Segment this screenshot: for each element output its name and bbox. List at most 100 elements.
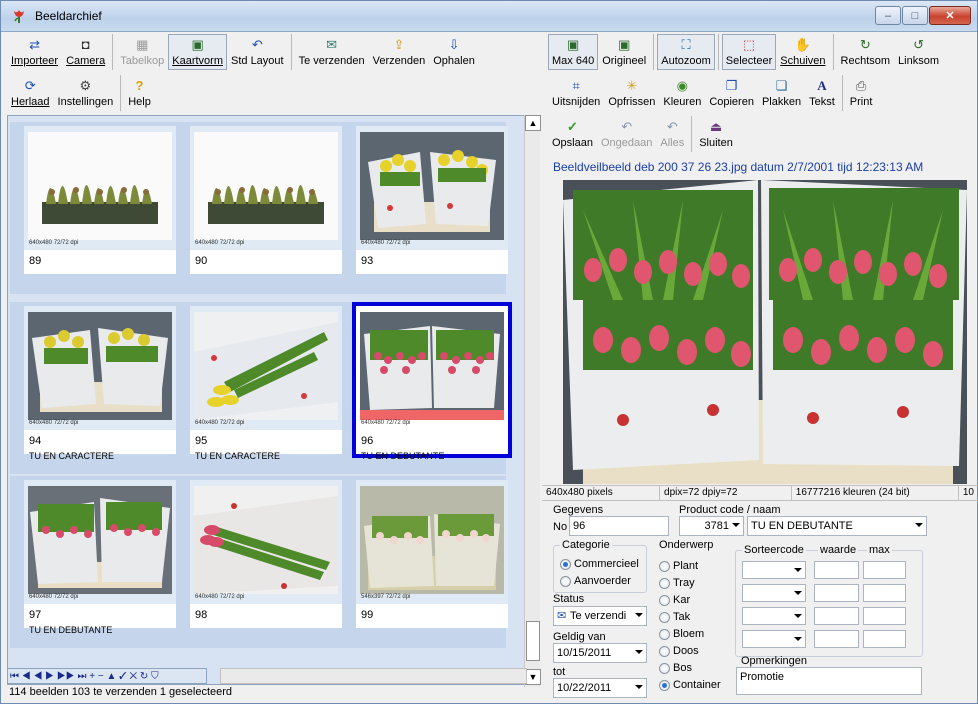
thumbnail-card[interactable]: 546x397 72/72 dpi 99 bbox=[356, 480, 508, 628]
opmerkingen-memo[interactable]: Promotie bbox=[736, 667, 922, 695]
status-select[interactable]: ✉ Te verzendi bbox=[553, 606, 647, 626]
sorteercode-select-3[interactable] bbox=[742, 607, 806, 625]
sorteercode-select-1[interactable] bbox=[742, 561, 806, 579]
te-verzenden-button[interactable]: ✉ Te verzenden bbox=[295, 34, 369, 70]
waarde-field-2[interactable] bbox=[814, 584, 859, 602]
editor-pane: ▣ Max 640 ▣ Origineel ⛶ Autozoom ⬚ Selecteer… bbox=[542, 34, 978, 703]
categorie-commercieel-radio[interactable]: Commercieel bbox=[560, 558, 639, 570]
max-field-4[interactable] bbox=[863, 630, 906, 648]
waarde-field-1[interactable] bbox=[814, 561, 859, 579]
sluiten-button[interactable]: ⏏ Sluiten bbox=[695, 116, 737, 152]
help-button[interactable]: ? Help bbox=[124, 75, 155, 111]
max-field-1[interactable] bbox=[863, 561, 906, 579]
onderwerp-doos-radio[interactable]: Doos bbox=[659, 645, 699, 657]
undo-icon: ↶ bbox=[621, 119, 633, 134]
max-640-button[interactable]: ▣ Max 640 bbox=[548, 34, 599, 70]
thumbnail-grid[interactable]: 640x480 72/72 dpi 89 640x480 72/72 dpi 9… bbox=[7, 115, 525, 685]
ongedaan-button[interactable]: ↶ Ongedaan bbox=[597, 116, 656, 152]
import-icon: ⇄ bbox=[29, 37, 40, 52]
right-toolbar-row3: ✓ Opslaan ↶ Ongedaan ↶ Alles ⏏ Sluiten bbox=[548, 116, 737, 152]
card-view-icon: ▣ bbox=[191, 37, 204, 52]
autozoom-button[interactable]: ⛶ Autozoom bbox=[657, 34, 715, 70]
tabelkop-button[interactable]: ▦ Tabelkop bbox=[116, 34, 168, 70]
max-field-2[interactable] bbox=[863, 584, 906, 602]
onderwerp-bloem-radio[interactable]: Bloem bbox=[659, 628, 704, 640]
schuiven-button[interactable]: ✋ Schuiven bbox=[776, 34, 829, 70]
thumbnail-card[interactable]: 640x480 72/72 dpi 94 TU EN CARACTERE bbox=[24, 306, 176, 461]
image-preview[interactable] bbox=[563, 180, 967, 484]
onderwerp-bos-radio[interactable]: Bos bbox=[659, 662, 692, 674]
original-size-icon: ▣ bbox=[618, 37, 631, 52]
thumbnail-card[interactable]: 640x480 72/72 dpi 90 bbox=[190, 126, 342, 274]
sorteercode-select-4[interactable] bbox=[742, 630, 806, 648]
instellingen-button[interactable]: ⚙ Instellingen bbox=[54, 75, 118, 111]
onderwerp-group: Onderwerp Plant Tray Kar Tak Bloem Doos … bbox=[657, 539, 721, 691]
product-code-select[interactable]: 3781 bbox=[679, 516, 744, 536]
categorie-aanvoerder-radio[interactable]: Aanvoerder bbox=[560, 575, 631, 587]
onderwerp-tak-radio[interactable]: Tak bbox=[659, 611, 690, 623]
camera-button[interactable]: ◘ Camera bbox=[62, 34, 109, 70]
paste-icon: ❏ bbox=[775, 78, 788, 93]
copieren-button[interactable]: ❐ Copieren bbox=[705, 75, 758, 111]
chevron-down-icon bbox=[794, 591, 802, 595]
geldig-van-date[interactable]: 10/15/2011 bbox=[553, 643, 647, 663]
no-label: No bbox=[553, 521, 568, 533]
kleuren-button[interactable]: ◉ Kleuren bbox=[659, 75, 705, 111]
scroll-up-arrow-icon[interactable]: ▲ bbox=[525, 115, 541, 131]
herlaad-button[interactable]: ⟳ Herlaad bbox=[7, 75, 54, 111]
selecteer-button[interactable]: ⬚ Selecteer bbox=[721, 34, 777, 70]
uitsnijden-button[interactable]: ⌗ Uitsnijden bbox=[548, 75, 604, 111]
sorteercode-select-2[interactable] bbox=[742, 584, 806, 602]
max-field-3[interactable] bbox=[863, 607, 906, 625]
alles-button[interactable]: ↶ Alles bbox=[656, 116, 688, 152]
product-name-select[interactable]: TU EN DEBUTANTE bbox=[747, 516, 927, 536]
std-layout-button[interactable]: ↶ Std Layout bbox=[227, 34, 288, 70]
check-icon: ✓ bbox=[567, 119, 578, 134]
scroll-thumb[interactable] bbox=[526, 621, 540, 661]
image-caption: Beeldveilbeeld deb 200 37 26 23.jpg datu… bbox=[553, 160, 924, 174]
onderwerp-kar-radio[interactable]: Kar bbox=[659, 594, 690, 606]
scroll-down-arrow-icon[interactable]: ▼ bbox=[525, 669, 541, 685]
maximize-button[interactable]: □ bbox=[902, 6, 928, 25]
image-info-bar: 640x480 pixels dpix=72 dpiy=72 16777216 … bbox=[542, 485, 978, 501]
product-label: Product code / naam bbox=[679, 504, 781, 516]
tot-date[interactable]: 10/22/2011 bbox=[553, 678, 647, 698]
plakken-button[interactable]: ❏ Plakken bbox=[758, 75, 805, 111]
grid-vertical-scrollbar[interactable]: ▲ ▼ bbox=[524, 115, 541, 687]
record-navigator[interactable]: ⏮ ◀ ◀ ▶ ▶▶ ⏭ + − ▲ ✓ ✕ ↻ ⛉ bbox=[7, 668, 207, 684]
grid-horizontal-scrollbar[interactable] bbox=[220, 668, 527, 684]
thumbnail-card[interactable]: 640x480 72/72 dpi 95 TU EN CARACTERE bbox=[190, 306, 342, 461]
chevron-down-icon bbox=[794, 637, 802, 641]
reload-icon: ⟳ bbox=[24, 78, 36, 93]
red-tulips-image bbox=[28, 486, 172, 594]
onderwerp-tray-radio[interactable]: Tray bbox=[659, 577, 695, 589]
close-button[interactable]: ✕ bbox=[929, 6, 971, 25]
help-icon: ? bbox=[135, 78, 144, 93]
thumbnail-card-selected[interactable]: 640x480 72/72 dpi 96 TU EN DEBUTANTE bbox=[352, 302, 512, 461]
kaartvorm-button[interactable]: ▣ Kaartvorm bbox=[168, 34, 227, 70]
waarde-field-4[interactable] bbox=[814, 630, 859, 648]
opslaan-button[interactable]: ✓ Opslaan bbox=[548, 116, 597, 152]
chevron-down-icon bbox=[732, 523, 740, 527]
opfrissen-button[interactable]: ✳ Opfrissen bbox=[604, 75, 659, 111]
rotate-right-icon: ↻ bbox=[859, 37, 871, 52]
print-button[interactable]: ⎙ Print bbox=[846, 75, 877, 111]
rechtsom-button[interactable]: ↻ Rechtsom bbox=[837, 34, 895, 70]
thumbnail-card[interactable]: 640x480 72/72 dpi 89 bbox=[24, 126, 176, 274]
onderwerp-plant-radio[interactable]: Plant bbox=[659, 560, 698, 572]
thumbnail-card[interactable]: 640x480 72/72 dpi 98 bbox=[190, 480, 342, 628]
no-field[interactable]: 96 bbox=[569, 516, 669, 536]
title-bar: Beeldarchief – □ ✕ bbox=[1, 1, 977, 32]
tulip-bunch-image bbox=[194, 486, 338, 594]
thumbnail-card[interactable]: 640x480 72/72 dpi 93 bbox=[356, 126, 508, 274]
waarde-field-3[interactable] bbox=[814, 607, 859, 625]
linksom-button[interactable]: ↺ Linksom bbox=[894, 34, 943, 70]
origineel-button[interactable]: ▣ Origineel bbox=[598, 34, 650, 70]
verzenden-button[interactable]: ⇪ Verzenden bbox=[369, 34, 430, 70]
thumbnail-card[interactable]: 640x480 72/72 dpi 97 TU EN DEBUTANTE bbox=[24, 480, 176, 635]
importeer-button[interactable]: ⇄ Importeer bbox=[7, 34, 62, 70]
tekst-button[interactable]: A Tekst bbox=[805, 75, 839, 111]
onderwerp-container-radio[interactable]: Container bbox=[659, 679, 721, 691]
ophalen-button[interactable]: ⇩ Ophalen bbox=[429, 34, 479, 70]
minimize-button[interactable]: – bbox=[875, 6, 901, 25]
